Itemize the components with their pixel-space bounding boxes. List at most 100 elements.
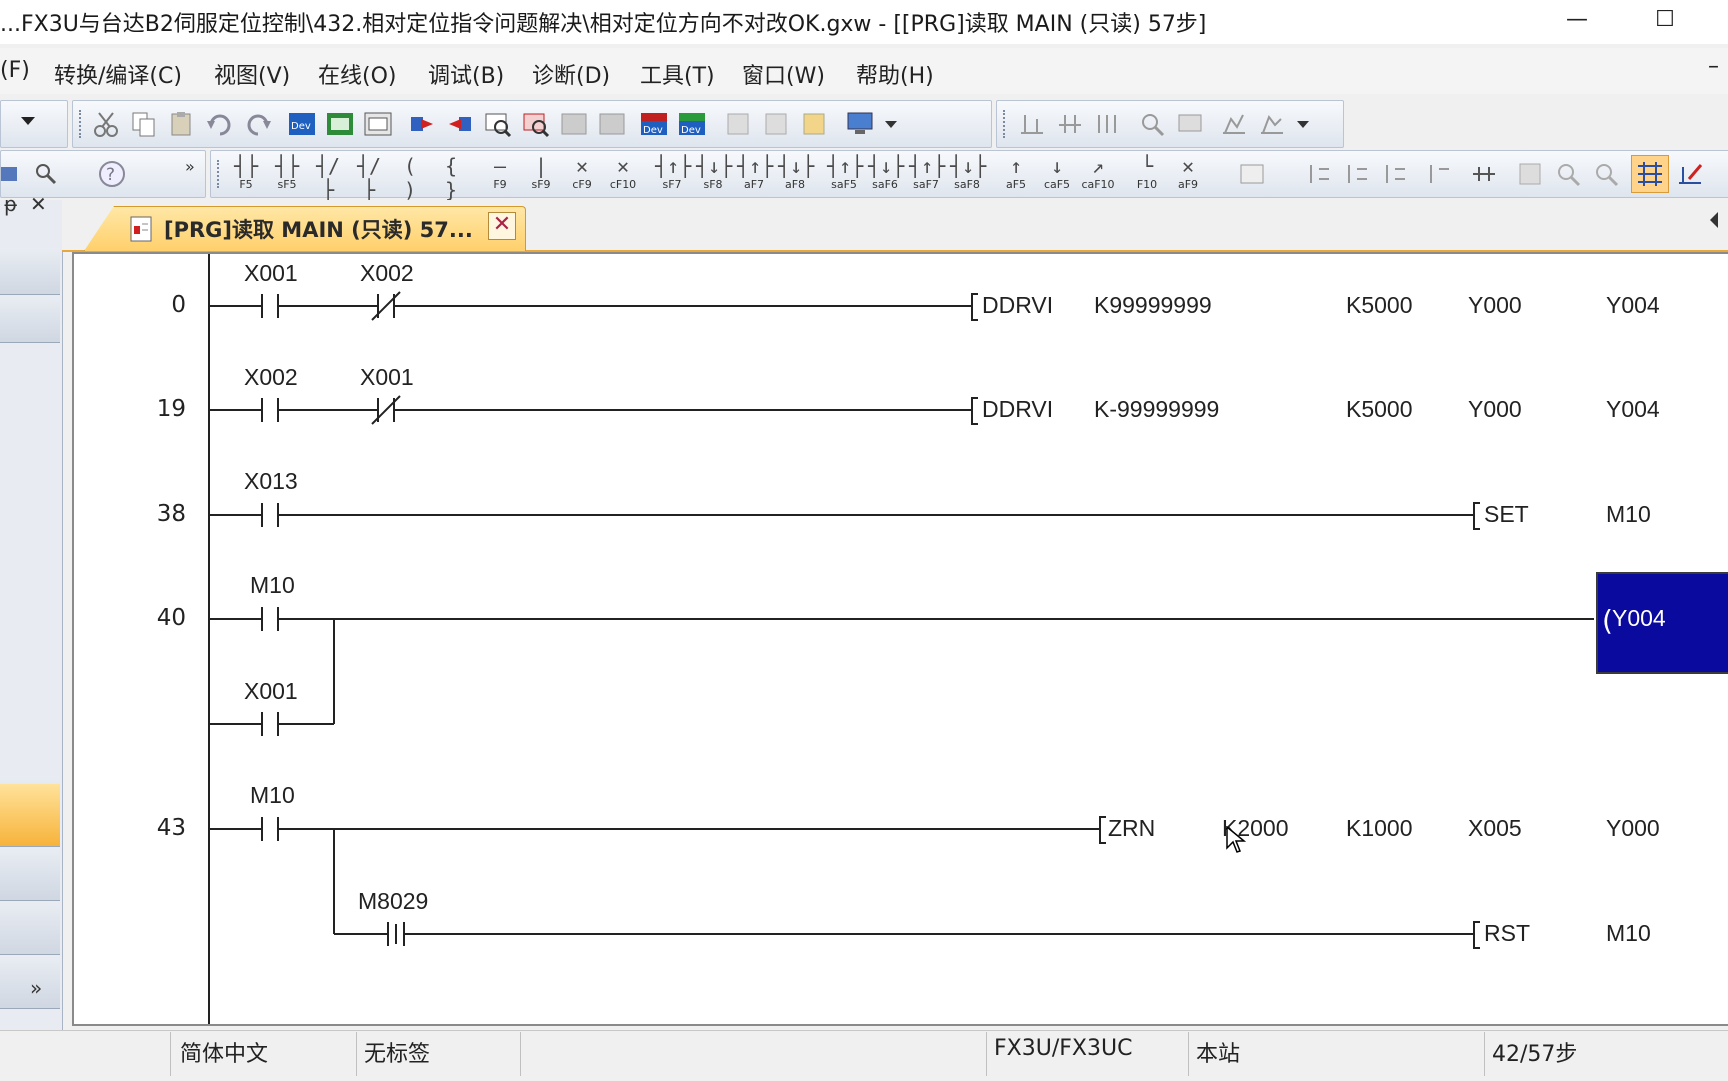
ladder-mode-toggle-icon[interactable] [1631, 155, 1669, 193]
comment-icon[interactable] [723, 109, 753, 139]
monitor-start-icon[interactable] [483, 109, 513, 139]
dev-write-icon[interactable] [325, 109, 355, 139]
fkey-button-f6[interactable]: ┤/├F6 [311, 154, 345, 215]
instruction-arg[interactable]: K1000 [1346, 815, 1413, 842]
transfer-from-plc-icon[interactable] [445, 109, 475, 139]
toolbar-project-dropdown[interactable] [0, 100, 68, 148]
dev-read-icon[interactable]: Dev [287, 109, 317, 139]
redo-icon[interactable] [243, 109, 273, 139]
fkey-button-f10[interactable]: └ F10 [1130, 154, 1164, 194]
pin-icon[interactable]: ᵽ [4, 192, 17, 216]
instruction-op[interactable]: RST [1484, 920, 1530, 947]
ladder-tool-icon[interactable] [1017, 109, 1047, 139]
nav-pane-section[interactable] [0, 248, 60, 295]
find-device-icon[interactable] [31, 159, 61, 189]
fkey-button-sf5[interactable]: ┤├ sF5 [270, 154, 304, 194]
tab-scroll-left-icon[interactable] [1710, 212, 1718, 228]
dev-stop-icon[interactable]: Dev [677, 109, 707, 139]
instruction-arg[interactable]: X005 [1468, 815, 1522, 842]
copy-icon[interactable] [129, 109, 159, 139]
fkey-button-sf7[interactable]: ┤↑├ sF7 [655, 154, 691, 194]
contact-label[interactable]: M10 [250, 572, 295, 599]
nav-pane-section[interactable] [0, 848, 60, 901]
ladder-edit-icon[interactable] [1675, 159, 1705, 189]
instruction-op[interactable]: DDRVI [982, 396, 1053, 423]
toolbar-grip[interactable] [1003, 110, 1009, 138]
transfer-to-plc-icon[interactable] [407, 109, 437, 139]
fkey-button-saf8[interactable]: ┤↓├ saF8 [950, 154, 986, 194]
paste-icon[interactable] [167, 109, 197, 139]
contact-label[interactable]: M10 [250, 782, 295, 809]
replace-icon[interactable] [1175, 109, 1205, 139]
menu-tools[interactable]: 工具(T) [640, 58, 715, 90]
monitor-stop-icon[interactable] [521, 109, 551, 139]
close-icon[interactable]: ✕ [30, 192, 47, 216]
note-icon[interactable] [799, 109, 829, 139]
find-icon[interactable] [1, 159, 31, 189]
menu-collapse-button[interactable]: – [1708, 54, 1719, 79]
fkey-button-caf5[interactable]: ↓ caF5 [1040, 154, 1074, 194]
graph-icon[interactable] [1257, 109, 1287, 139]
search-icon[interactable] [1591, 159, 1621, 189]
ladder-editor[interactable]: ( 0 19 38 40 43 X001 X002 X002 X001 X013… [72, 252, 1728, 1026]
toolbar-grip[interactable] [79, 110, 85, 138]
tab-close-button[interactable]: ✕ [488, 212, 516, 240]
fkey-button-f7[interactable]: ( )F7 [393, 154, 427, 215]
instruction-arg[interactable]: Y000 [1468, 396, 1522, 423]
dev-verify-icon[interactable] [363, 109, 393, 139]
instruction-arg[interactable]: Y000 [1606, 815, 1660, 842]
display-icon[interactable] [845, 109, 875, 139]
fkey-button-saf6[interactable]: ┤↓├ saF6 [868, 154, 904, 194]
contact-label[interactable]: X002 [244, 364, 298, 391]
toolbar-overflow-icon[interactable] [885, 121, 897, 128]
fkey-button-af9[interactable]: ✕ aF9 [1171, 154, 1205, 194]
dev-start-icon[interactable]: Dev [639, 109, 669, 139]
instruction-arg[interactable]: Y004 [1606, 292, 1660, 319]
instruction-arg[interactable]: M10 [1606, 920, 1651, 947]
ladder-tool-icon[interactable] [1343, 159, 1373, 189]
fkey-button-sf8[interactable]: ┤↓├ sF8 [696, 154, 732, 194]
menu-diagnose[interactable]: 诊断(D) [532, 58, 610, 90]
instruction-arg[interactable]: K5000 [1346, 396, 1413, 423]
expand-icon[interactable]: » [30, 976, 42, 1000]
help-icon[interactable]: ? [97, 159, 127, 189]
contact-label[interactable]: X001 [244, 260, 298, 287]
menu-debug[interactable]: 调试(B) [428, 58, 504, 90]
minimize-button[interactable]: — [1548, 2, 1606, 38]
toolbar-overflow-icon[interactable]: » [185, 157, 195, 176]
monitor-all-icon[interactable] [597, 109, 627, 139]
fkey-button-f9[interactable]: — F9 [483, 154, 517, 194]
cut-icon[interactable] [91, 109, 121, 139]
statement-icon[interactable] [761, 109, 791, 139]
nav-pane-section[interactable] [0, 902, 60, 955]
ladder-tool-icon[interactable] [1093, 109, 1123, 139]
fkey-button-af5[interactable]: ↑ aF5 [999, 154, 1033, 194]
instruction-arg[interactable]: K-99999999 [1094, 396, 1219, 423]
ladder-tool-icon[interactable] [1425, 159, 1455, 189]
monitor-write-icon[interactable] [559, 109, 589, 139]
nav-pane-section-active[interactable] [0, 784, 60, 847]
instruction-op[interactable]: SET [1484, 501, 1529, 528]
instruction-arg[interactable]: K5000 [1346, 292, 1413, 319]
contact-label[interactable]: X001 [244, 678, 298, 705]
instruction-op[interactable]: DDRVI [982, 292, 1053, 319]
ladder-tool-icon[interactable] [1305, 159, 1335, 189]
instruction-arg[interactable]: Y000 [1468, 292, 1522, 319]
menu-file[interactable]: (F) [0, 58, 30, 83]
contact-label[interactable]: X013 [244, 468, 298, 495]
menu-convert[interactable]: 转换/编译(C) [54, 58, 182, 90]
instruction-arg[interactable]: K99999999 [1094, 292, 1212, 319]
contact-label[interactable]: X001 [360, 364, 414, 391]
search-icon[interactable] [1553, 159, 1583, 189]
ladder-tool-icon[interactable] [1515, 159, 1545, 189]
menu-window[interactable]: 窗口(W) [742, 58, 825, 90]
fkey-button-sf6[interactable]: ┤/├sF6 [352, 154, 386, 215]
instruction-arg[interactable]: M10 [1606, 501, 1651, 528]
fkey-button-f5[interactable]: ┤├ F5 [229, 154, 263, 194]
fkey-button-af7[interactable]: ┤↑├ aF7 [737, 154, 773, 194]
instruction-op[interactable]: ZRN [1108, 815, 1155, 842]
fkey-button-f8[interactable]: { }F8 [434, 154, 468, 215]
fkey-button-saf5[interactable]: ┤↑├ saF5 [827, 154, 863, 194]
contact-label[interactable]: M8029 [358, 888, 428, 915]
fkey-button-af8[interactable]: ┤↓├ aF8 [778, 154, 814, 194]
